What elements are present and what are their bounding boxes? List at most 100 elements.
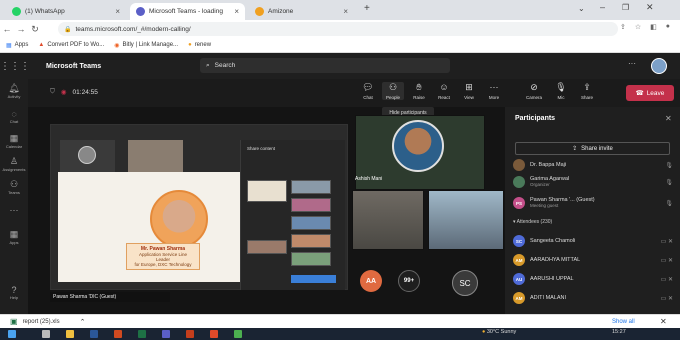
button-label: Share invite [581,145,613,152]
avatar-aa[interactable]: AA [360,270,382,292]
profile-icon[interactable]: ● [666,23,670,31]
show-all-button[interactable]: Show all [612,319,635,325]
participant-row[interactable]: SC Sangeeta Chamoli ▭ ✕ [513,235,673,247]
camera-button[interactable]: ⊘ Camera [523,82,545,100]
participant-row[interactable]: Dr. Bappa Maji 🎙︎ [513,159,673,171]
avatar-sc[interactable]: SC [452,270,478,296]
search-icon[interactable] [42,330,50,338]
rail-item-teams[interactable]: ⚇ Teams [0,179,28,195]
avatar[interactable] [651,58,667,74]
bookmark-apps[interactable]: ▦ Apps [6,42,28,49]
camera-off-icon: ⊘ [530,82,538,92]
more-participants-badge[interactable]: 99+ [398,270,420,292]
rail-item-chat[interactable]: ◌ Chat [0,109,28,124]
share-invite-button[interactable]: ⇪ Share invite [515,142,670,155]
view-button[interactable]: ⊞ View [458,82,480,100]
mic-button[interactable]: 🎙︎ Mic [550,82,572,100]
rail-item-calendar[interactable]: ▦ Calendar [0,133,28,149]
window-thumbnail[interactable] [247,180,287,202]
star-icon[interactable]: ☆ [635,23,641,31]
share-button[interactable] [291,275,336,283]
chat-button[interactable]: 💬︎ Chat [357,82,379,100]
window-thumbnail[interactable] [247,240,287,254]
minimize-icon[interactable]: – [600,2,605,12]
rail-item-assignments[interactable]: ♙ Assignments [0,156,28,172]
rail-item-more[interactable]: ··· [0,205,28,215]
windows-start-icon[interactable] [8,330,16,338]
tab-teams[interactable]: Microsoft Teams - loading × [130,3,245,20]
chevron-up-icon[interactable]: ⌃ [80,318,86,326]
new-tab-button[interactable]: + [364,3,370,14]
attendees-header[interactable]: ▾ Attendees (230) [513,219,552,225]
participant-row[interactable]: Garima Agarwal Organizer 🎙︎ [513,176,673,188]
search-placeholder: Search [214,62,236,69]
bookmark-renew[interactable]: ● renew [188,42,211,48]
close-icon[interactable]: ✕ [660,317,667,326]
app-launcher-icon[interactable]: ⋮⋮⋮ [0,61,30,72]
more-icon[interactable]: ··· [628,59,636,68]
window-thumbnail[interactable] [291,198,331,212]
forward-icon[interactable]: → [14,24,28,34]
sidepanel-icon[interactable]: ◧ [650,23,657,31]
video-tile[interactable] [428,190,504,250]
search-input[interactable]: ⌕ Search [200,58,450,73]
share-icon[interactable]: ⇪ [620,23,626,31]
close-icon[interactable]: × [234,7,239,16]
back-icon[interactable]: ← [0,24,14,34]
attendees-label: Attendees (230) [516,219,553,225]
mic-off-icon: 🎙︎ [555,82,567,92]
phone-icon: ☎ [635,90,644,97]
avatar: PS [513,197,525,209]
window-thumbnail[interactable] [291,180,331,194]
share-icon: ⇪ [572,146,578,152]
office-icon[interactable] [114,330,122,338]
participant-row[interactable]: AU AARUSHI UPPAL ▭ ✕ [513,273,673,285]
window-thumbnail[interactable] [291,216,331,230]
share-button[interactable]: ⇪ Share [576,82,598,100]
leave-button[interactable]: ☎ Leave [626,85,674,101]
clock: 15:27 [612,329,626,335]
url-bar[interactable]: 🔒 teams.microsoft.com/_#/modern-calling/ [58,22,618,36]
window-close-icon[interactable]: ✕ [646,2,654,13]
apps-grid-icon: ▦ [6,42,12,49]
participant-row[interactable]: PS Pawan Sharma '... (Guest) Meeting gues… [513,197,673,209]
tab-amizone[interactable]: Amizone × [249,3,354,20]
close-icon[interactable]: × [343,7,348,16]
pane-title: Participants [515,115,556,122]
rail-item-activity[interactable]: 🔔︎ Activity [0,83,28,99]
sun-icon: ● [482,329,486,335]
tab-search-icon[interactable]: ⌄ [578,4,585,13]
amizone-icon [255,7,264,16]
react-button[interactable]: ☺ React [433,82,455,100]
restore-icon[interactable]: ❐ [622,3,629,12]
powerpoint-icon[interactable] [186,330,194,338]
close-icon[interactable]: × [115,7,120,16]
excel-icon: ▣ [10,317,18,326]
video-tile[interactable] [352,190,424,250]
apps-icon: ▦ [9,229,19,239]
teams-icon[interactable] [162,330,170,338]
rail-item-apps[interactable]: ▦ Apps [0,229,28,245]
pdf-icon[interactable] [210,330,218,338]
bookmark-bitly[interactable]: ◉ Bitly | Link Manage... [114,42,178,49]
raise-hand-button[interactable]: ✋︎ Raise [408,82,430,100]
participant-row[interactable]: AM ADITI MALANI ▭ ✕ [513,292,673,304]
download-bar: ▣ report (25).xls ⌃ Show all ✕ [0,314,680,328]
whatsapp-icon [12,7,21,16]
more-actions-button[interactable]: ··· More [483,82,505,100]
download-file[interactable]: report (25).xls [23,319,60,325]
file-explorer-icon[interactable] [66,330,74,338]
bookmark-convert-pdf[interactable]: ▲ Convert PDF to Wo... [38,42,104,48]
rail-item-help[interactable]: ? Help [0,285,28,300]
reload-icon[interactable]: ↻ [28,24,42,35]
window-thumbnail[interactable] [291,252,331,266]
chrome-icon[interactable] [234,330,242,338]
people-button[interactable]: ⚇ People [382,82,404,100]
window-thumbnail[interactable] [291,234,331,248]
word-icon[interactable] [90,330,98,338]
close-icon[interactable]: ✕ [665,114,672,123]
participant-row[interactable]: AM AARADHYA MITTAL ▭ ✕ [513,254,673,266]
weather-widget[interactable]: ● 30°C Sunny [482,329,516,335]
excel-icon[interactable] [138,330,146,338]
tab-whatsapp[interactable]: (1) WhatsApp × [6,3,126,20]
